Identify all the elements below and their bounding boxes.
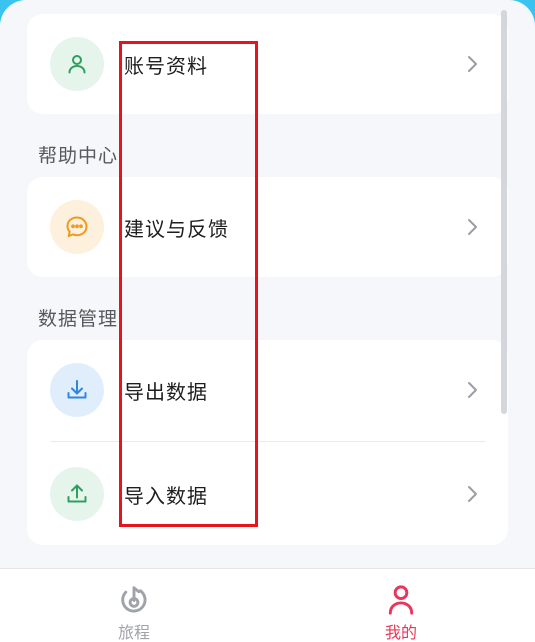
import-data-row[interactable]: 导入数据 (27, 444, 508, 544)
tab-mine-label: 我的 (384, 623, 417, 642)
scrollbar[interactable] (501, 10, 507, 414)
highlight-box (119, 41, 258, 527)
journey-icon (121, 586, 147, 613)
export-data-row[interactable]: 导出数据 (27, 340, 508, 440)
tab-journey[interactable]: 旅程 (74, 569, 194, 642)
chevron-right-icon (468, 382, 477, 398)
data-card: 导出数据 导入数据 (27, 340, 508, 545)
chevron-right-icon (468, 56, 477, 72)
help-section-title: 帮助中心 (38, 145, 119, 167)
account-card: 账号资料 (27, 14, 508, 114)
tab-journey-label: 旅程 (117, 623, 150, 642)
bottom-tab-bar: 旅程 我的 (0, 568, 535, 642)
chevron-right-icon (468, 486, 477, 502)
upload-icon (50, 467, 104, 521)
feedback-row[interactable]: 建议与反馈 (27, 177, 508, 277)
data-section-title: 数据管理 (38, 308, 119, 330)
chat-bubble-icon (50, 200, 104, 254)
row-divider (50, 441, 486, 442)
help-card: 建议与反馈 (27, 177, 508, 277)
download-icon (50, 363, 104, 417)
account-profile-row[interactable]: 账号资料 (27, 14, 508, 114)
settings-screen: 账号资料 帮助中心 建议与反馈 数据管理 导出数据 导入数据 旅程 我的 (0, 0, 535, 642)
user-icon (50, 37, 104, 91)
user-icon (388, 585, 414, 615)
chevron-right-icon (468, 219, 477, 235)
tab-mine[interactable]: 我的 (341, 569, 461, 642)
